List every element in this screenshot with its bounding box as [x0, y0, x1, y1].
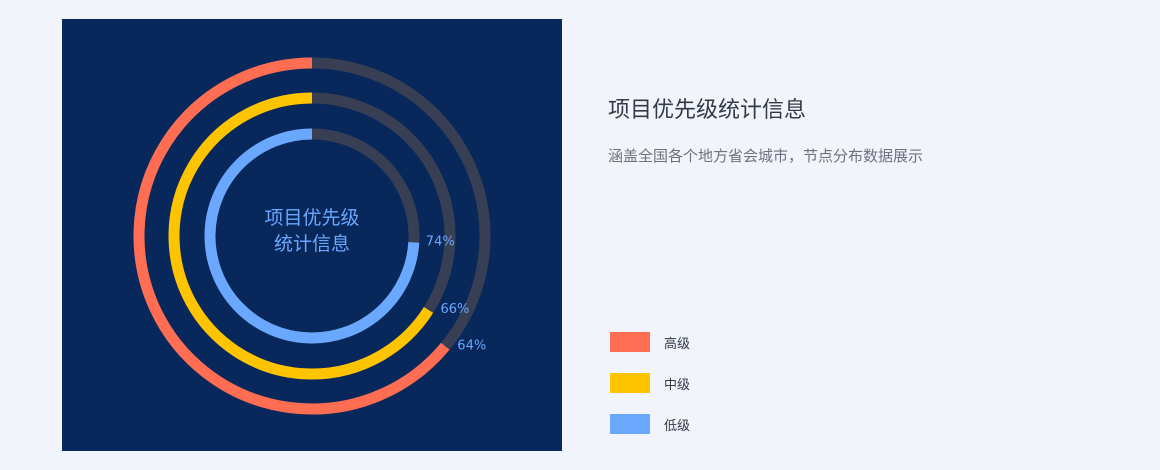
legend-label-high: 高级 [664, 336, 691, 352]
legend-swatch-medium [610, 373, 650, 393]
page-title: 项目优先级统计信息 [608, 98, 807, 123]
legend-label-low: 低级 [664, 418, 691, 434]
chart-center-title: 项目优先级 统计信息 [249, 205, 375, 257]
center-title-line-1: 项目优先级 [264, 207, 360, 229]
legend-item-low: 低级 [610, 414, 690, 434]
legend-item-medium: 中级 [610, 373, 690, 393]
ring-label-high: 64% [457, 338, 486, 353]
info-block: 项目优先级统计信息 涵盖全国各个地方省会城市，节点分布数据展示 [608, 96, 948, 168]
page-description: 涵盖全国各个地方省会城市，节点分布数据展示 [608, 147, 924, 165]
legend-swatch-low [610, 414, 650, 434]
legend-label-medium: 中级 [664, 377, 691, 393]
legend-item-high: 高级 [610, 332, 690, 352]
ring-label-medium: 66% [441, 302, 470, 317]
legend: 高级 中级 低级 [610, 332, 690, 455]
legend-swatch-high [610, 332, 650, 352]
chart-panel: 64% 66% 74% 项目优先级 统计信息 [62, 19, 562, 451]
ring-label-low: 74% [426, 234, 455, 249]
center-title-line-2: 统计信息 [273, 233, 350, 255]
